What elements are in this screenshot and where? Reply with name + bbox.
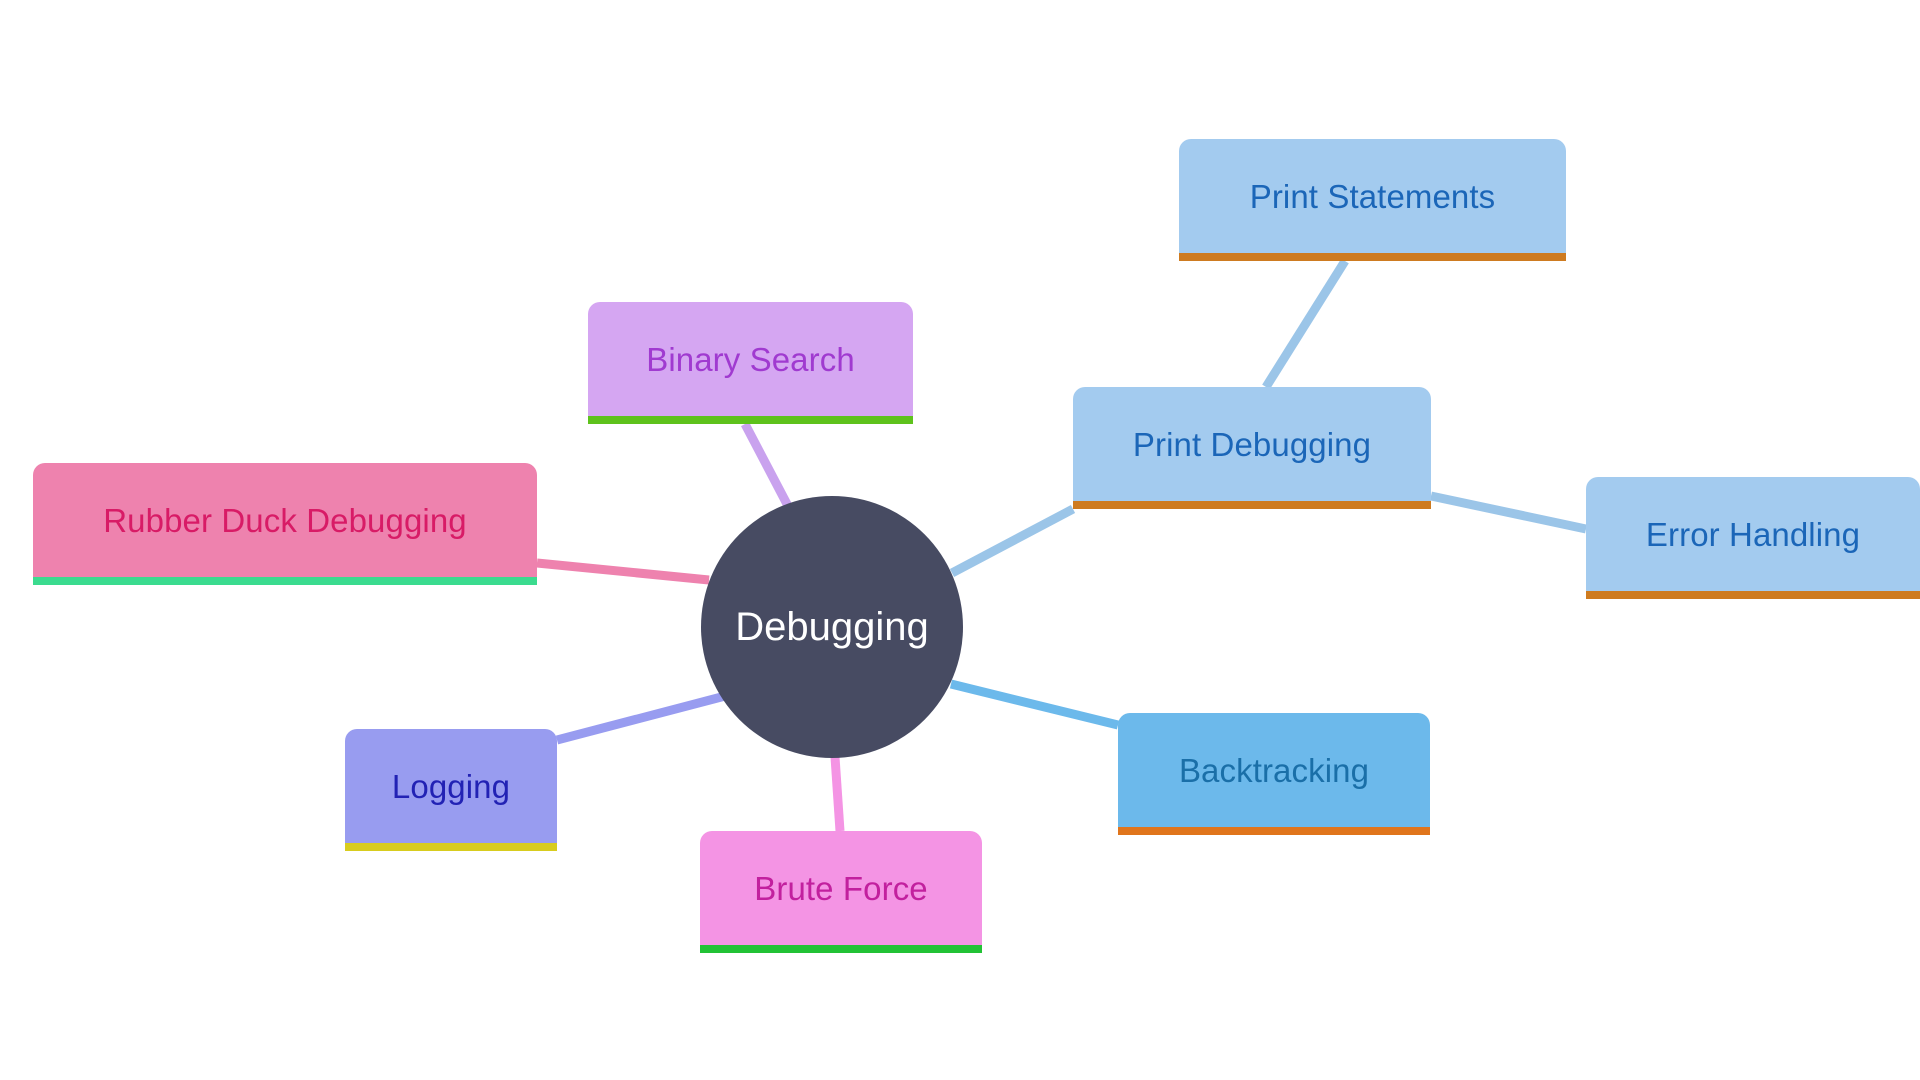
node-print-statements[interactable]: Print Statements [1179, 139, 1566, 261]
node-debugging-root[interactable]: Debugging [701, 496, 963, 758]
edge-debugging-logging [555, 690, 731, 745]
node-label: Binary Search [646, 340, 855, 378]
node-print-debugging[interactable]: Print Debugging [1073, 387, 1431, 509]
edge-debugging-print-debugging [949, 505, 1076, 577]
node-label: Print Statements [1249, 177, 1496, 215]
node-label: Logging [391, 767, 511, 805]
node-brute-force[interactable]: Brute Force [700, 831, 982, 953]
node-error-handling[interactable]: Error Handling [1586, 477, 1920, 599]
edge-print-debugging-print-statements [1262, 258, 1349, 390]
edge-debugging-brute-force [830, 756, 845, 832]
edge-print-debugging-error-handling [1430, 491, 1587, 534]
edge-debugging-rubber-duck [536, 558, 710, 585]
node-label: Backtracking [1178, 751, 1370, 789]
node-binary-search[interactable]: Binary Search [588, 302, 913, 424]
node-backtracking[interactable]: Backtracking [1118, 713, 1430, 835]
node-label: Brute Force [754, 869, 928, 907]
node-logging[interactable]: Logging [345, 729, 557, 851]
node-label: Print Debugging [1132, 425, 1372, 463]
node-label: Error Handling [1645, 515, 1861, 553]
root-label: Debugging [735, 604, 929, 649]
edge-debugging-binary-search [741, 421, 792, 509]
node-label: Rubber Duck Debugging [103, 501, 467, 539]
mindmap-canvas: Print Statements Binary Search Print Deb… [0, 0, 1920, 1080]
node-rubber-duck-debugging[interactable]: Rubber Duck Debugging [33, 463, 537, 585]
edge-debugging-backtracking [949, 679, 1120, 730]
